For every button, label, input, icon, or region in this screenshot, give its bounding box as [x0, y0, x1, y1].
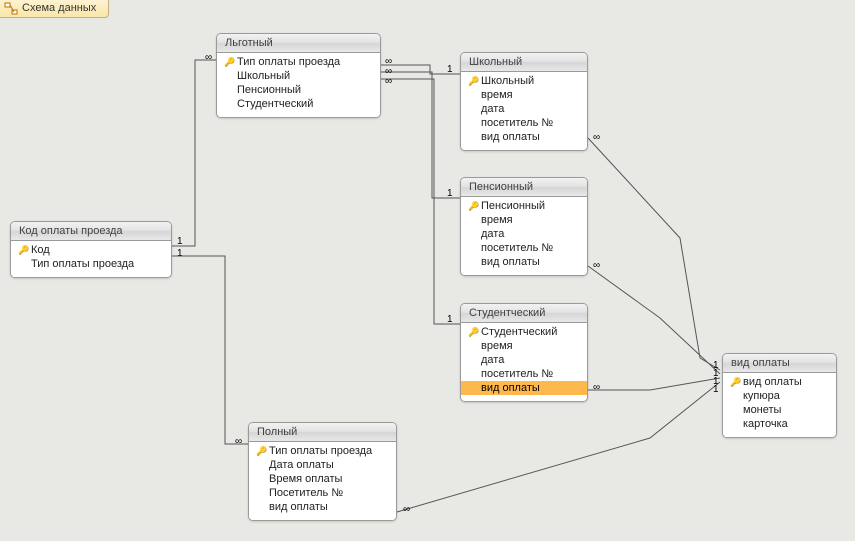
primary-key-icon: 🔑 [730, 377, 741, 388]
cardinality-one: 1 [176, 248, 184, 259]
cardinality-one: 1 [446, 64, 454, 75]
table-shkolny[interactable]: Школьный 🔑Школьный время дата посетитель… [460, 52, 588, 151]
table-field[interactable]: время [461, 88, 587, 102]
cardinality-one: 1 [446, 188, 454, 199]
table-field[interactable]: Студентческий [217, 97, 380, 111]
table-field[interactable]: 🔑Студентческий [461, 325, 587, 339]
primary-key-icon: 🔑 [256, 446, 267, 457]
page-tab[interactable]: Схема данных [0, 0, 109, 18]
cardinality-one: 1 [446, 314, 454, 325]
table-polny[interactable]: Полный 🔑Тип оплаты проезда Дата оплаты В… [248, 422, 397, 521]
cardinality-many: ∞ [402, 504, 411, 515]
table-field[interactable]: дата [461, 227, 587, 241]
cardinality-many: ∞ [384, 76, 393, 87]
table-field[interactable]: вид оплаты [461, 255, 587, 269]
table-field[interactable]: 🔑Тип оплаты проезда [249, 444, 396, 458]
table-header[interactable]: Студентческий [461, 304, 587, 323]
table-field[interactable]: 🔑Код [11, 243, 171, 257]
primary-key-icon: 🔑 [468, 76, 479, 87]
table-field[interactable]: Пенсионный [217, 83, 380, 97]
table-header[interactable]: Льготный [217, 34, 380, 53]
table-lgotny[interactable]: Льготный 🔑Тип оплаты проезда Школьный Пе… [216, 33, 381, 118]
table-field[interactable]: дата [461, 102, 587, 116]
cardinality-many: ∞ [592, 260, 601, 271]
table-field[interactable]: Время оплаты [249, 472, 396, 486]
table-field[interactable]: монеты [723, 403, 836, 417]
field-list: 🔑Пенсионный время дата посетитель № вид … [461, 197, 587, 275]
cardinality-many: ∞ [592, 382, 601, 393]
cardinality-one: 1 [712, 384, 720, 395]
table-field[interactable]: 🔑Тип оплаты проезда [217, 55, 380, 69]
table-header[interactable]: Код оплаты проезда [11, 222, 171, 241]
diagram-canvas[interactable]: 1 ∞ 1 ∞ ∞ ∞ ∞ 1 1 1 ∞ ∞ ∞ ∞ 1 1 1 1 Код … [0, 18, 855, 541]
field-list: 🔑Код Тип оплаты проезда [11, 241, 171, 277]
primary-key-icon: 🔑 [18, 245, 29, 256]
table-field[interactable]: купюра [723, 389, 836, 403]
table-pensionny[interactable]: Пенсионный 🔑Пенсионный время дата посети… [460, 177, 588, 276]
primary-key-icon: 🔑 [224, 57, 235, 68]
table-field[interactable]: посетитель № [461, 367, 587, 381]
table-field[interactable]: вид оплаты [461, 130, 587, 144]
cardinality-many: ∞ [592, 132, 601, 143]
table-field[interactable]: посетитель № [461, 116, 587, 130]
table-field-selected[interactable]: вид оплаты [461, 381, 587, 395]
primary-key-icon: 🔑 [468, 327, 479, 338]
table-studentchesky[interactable]: Студентческий 🔑Студентческий время дата … [460, 303, 588, 402]
cardinality-many: ∞ [234, 436, 243, 447]
cardinality-one: 1 [176, 236, 184, 247]
field-list: 🔑вид оплаты купюра монеты карточка [723, 373, 836, 437]
table-field[interactable]: время [461, 339, 587, 353]
field-list: 🔑Студентческий время дата посетитель № в… [461, 323, 587, 401]
table-field[interactable]: время [461, 213, 587, 227]
table-field[interactable]: 🔑Пенсионный [461, 199, 587, 213]
table-field[interactable]: Тип оплаты проезда [11, 257, 171, 271]
table-field[interactable]: 🔑Школьный [461, 74, 587, 88]
table-header[interactable]: Школьный [461, 53, 587, 72]
table-field[interactable]: посетитель № [461, 241, 587, 255]
relationship-lines [0, 18, 855, 541]
table-vid-oplaty[interactable]: вид оплаты 🔑вид оплаты купюра монеты кар… [722, 353, 837, 438]
table-field[interactable]: 🔑вид оплаты [723, 375, 836, 389]
relationships-icon [4, 2, 18, 16]
table-field[interactable]: карточка [723, 417, 836, 431]
table-header[interactable]: Полный [249, 423, 396, 442]
table-field[interactable]: дата [461, 353, 587, 367]
field-list: 🔑Школьный время дата посетитель № вид оп… [461, 72, 587, 150]
table-header[interactable]: вид оплаты [723, 354, 836, 373]
table-field[interactable]: Дата оплаты [249, 458, 396, 472]
table-field[interactable]: Школьный [217, 69, 380, 83]
table-field[interactable]: вид оплаты [249, 500, 396, 514]
table-header[interactable]: Пенсионный [461, 178, 587, 197]
field-list: 🔑Тип оплаты проезда Школьный Пенсионный … [217, 53, 380, 117]
cardinality-many: ∞ [204, 52, 213, 63]
tab-title: Схема данных [22, 2, 96, 14]
table-field[interactable]: Посетитель № [249, 486, 396, 500]
field-list: 🔑Тип оплаты проезда Дата оплаты Время оп… [249, 442, 396, 520]
primary-key-icon: 🔑 [468, 201, 479, 212]
table-kod-oplaty[interactable]: Код оплаты проезда 🔑Код Тип оплаты проез… [10, 221, 172, 278]
